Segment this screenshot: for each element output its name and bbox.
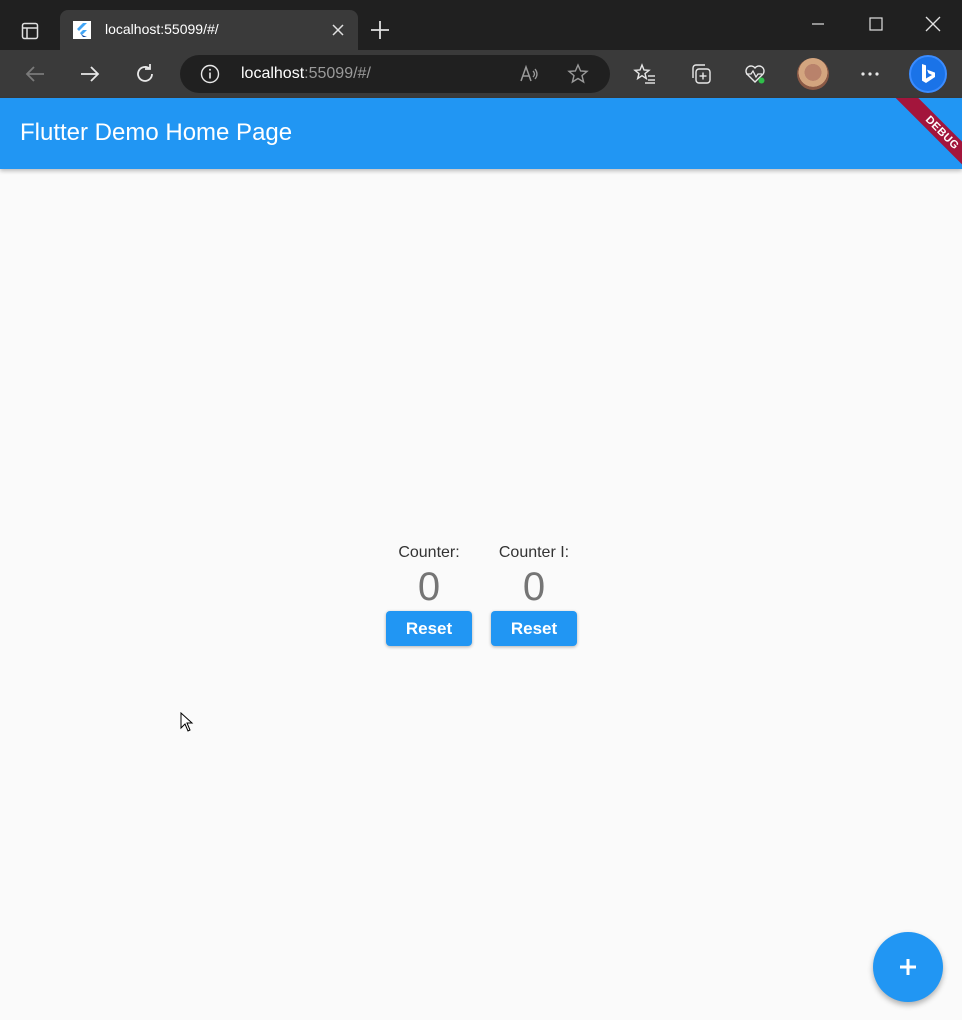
page-title: Flutter Demo Home Page: [20, 119, 293, 146]
bing-icon: [922, 64, 935, 83]
new-tab-icon[interactable]: [368, 18, 392, 42]
bing-copilot-button[interactable]: [909, 55, 947, 93]
browser-toolbar: localhost:55099/#/: [0, 50, 962, 98]
tab-actions-icon: [21, 22, 39, 40]
browser-titlebar: localhost:55099/#/: [0, 0, 962, 50]
address-bar[interactable]: localhost:55099/#/: [180, 55, 610, 93]
plus-icon: [900, 959, 916, 975]
refresh-icon[interactable]: [133, 62, 157, 86]
browser-essentials-icon[interactable]: [743, 62, 767, 86]
reset-counter-i-button[interactable]: Reset: [491, 611, 577, 646]
counter-label: Counter:: [398, 544, 460, 561]
window-close-icon[interactable]: [923, 14, 943, 34]
reset-counter-button[interactable]: Reset: [386, 611, 472, 646]
browser-tab-active[interactable]: localhost:55099/#/: [60, 10, 358, 50]
favorite-star-icon[interactable]: [567, 63, 589, 85]
collections-icon[interactable]: [689, 62, 713, 86]
app-bar: Flutter Demo Home Page DEBUG: [0, 98, 962, 169]
counter-i-column: Counter I: 0 Reset: [491, 543, 577, 653]
counter-column: Counter: 0 Reset: [386, 543, 472, 653]
profile-avatar[interactable]: [797, 58, 829, 90]
mouse-cursor-icon: [180, 712, 194, 732]
maximize-icon[interactable]: [866, 14, 886, 34]
back-arrow-icon[interactable]: [23, 62, 47, 86]
forward-arrow-icon[interactable]: [78, 62, 102, 86]
favorites-list-icon[interactable]: [633, 62, 657, 86]
debug-banner: DEBUG: [886, 98, 962, 169]
site-info-icon[interactable]: [200, 64, 220, 84]
flutter-favicon-icon: [73, 21, 91, 39]
counter-i-value: 0: [522, 565, 546, 609]
counters-row: Counter: 0 Reset Counter I: 0 Reset: [386, 543, 577, 653]
read-aloud-icon[interactable]: [518, 63, 540, 85]
url-host: localhost: [241, 65, 305, 82]
more-options-icon[interactable]: [858, 62, 882, 86]
minimize-icon[interactable]: [808, 14, 828, 34]
tab-close-icon[interactable]: [330, 22, 346, 38]
counter-value: 0: [417, 565, 441, 609]
counter-i-label: Counter I:: [498, 544, 570, 561]
url-text[interactable]: localhost:55099/#/: [241, 65, 371, 83]
tab-actions-button[interactable]: [12, 13, 48, 49]
increment-fab[interactable]: [873, 932, 943, 1002]
url-rest: :55099/#/: [304, 65, 371, 82]
tab-title: localhost:55099/#/: [105, 21, 219, 37]
